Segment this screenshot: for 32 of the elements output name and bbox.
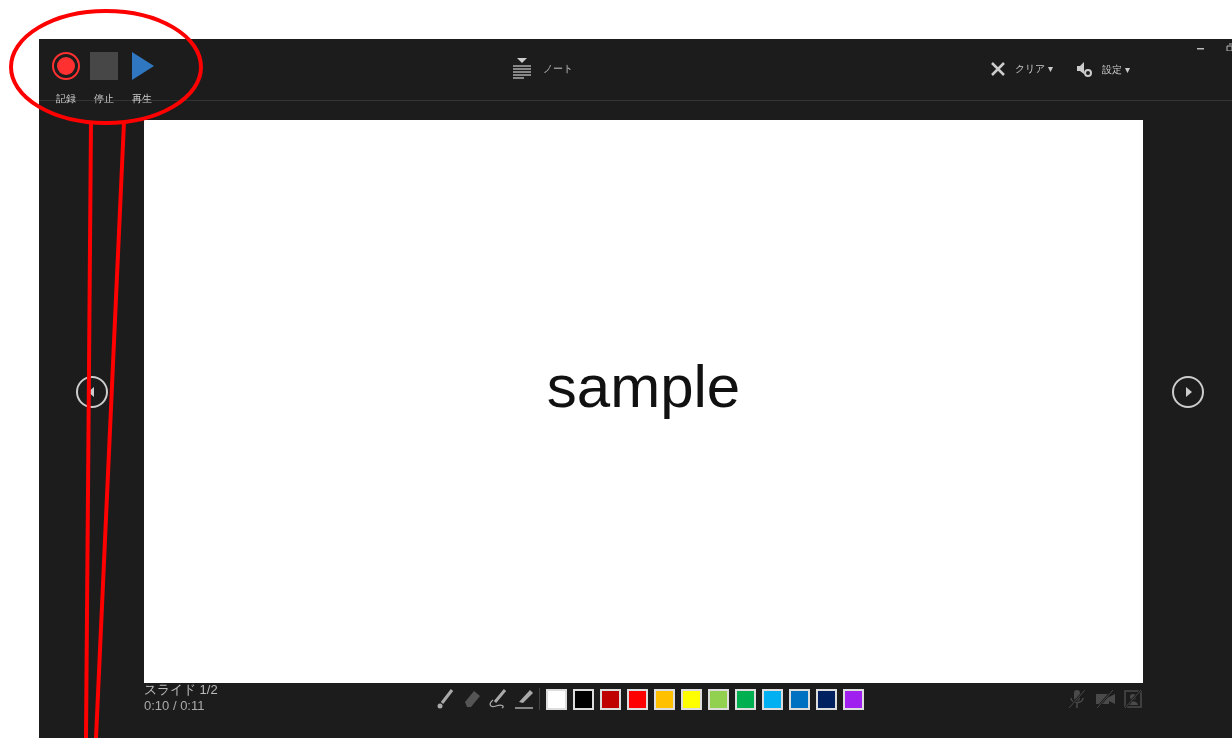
color-swatch[interactable] bbox=[681, 688, 702, 710]
record-icon bbox=[51, 51, 81, 81]
slide-text: sample bbox=[546, 351, 741, 422]
stop-button[interactable]: 停止 bbox=[89, 51, 119, 106]
stop-icon bbox=[89, 51, 119, 81]
previous-slide-button[interactable] bbox=[74, 375, 109, 409]
settings-button[interactable]: 設定 ▾ bbox=[1076, 61, 1130, 77]
slide-counter: スライド 1/2 bbox=[144, 683, 218, 697]
play-button[interactable]: 再生 bbox=[127, 51, 157, 106]
color-swatch[interactable] bbox=[789, 688, 810, 710]
color-swatch[interactable] bbox=[654, 688, 675, 710]
pen-icon[interactable] bbox=[487, 688, 509, 710]
color-swatch[interactable] bbox=[843, 688, 864, 710]
color-swatch[interactable] bbox=[546, 688, 567, 710]
color-swatch[interactable] bbox=[762, 688, 783, 710]
next-slide-button[interactable] bbox=[1170, 375, 1205, 409]
color-swatch[interactable] bbox=[600, 688, 621, 710]
notes-icon bbox=[511, 57, 533, 79]
close-icon bbox=[991, 61, 1005, 76]
color-swatch[interactable] bbox=[627, 688, 648, 710]
highlighter-icon[interactable] bbox=[513, 688, 535, 710]
restore-icon[interactable] bbox=[1226, 43, 1232, 51]
notes-button[interactable]: ノート bbox=[511, 57, 573, 79]
color-swatch[interactable] bbox=[735, 688, 756, 710]
color-swatch[interactable] bbox=[573, 688, 594, 710]
clear-button[interactable]: クリア ▾ bbox=[991, 61, 1053, 76]
color-swatch[interactable] bbox=[816, 688, 837, 710]
minimize-icon[interactable] bbox=[1197, 47, 1207, 51]
speaker-gear-icon bbox=[1076, 61, 1092, 77]
color-swatch[interactable] bbox=[708, 688, 729, 710]
record-button[interactable]: 記録 bbox=[51, 51, 81, 106]
timer: 0:10 / 0:11 bbox=[144, 698, 206, 713]
